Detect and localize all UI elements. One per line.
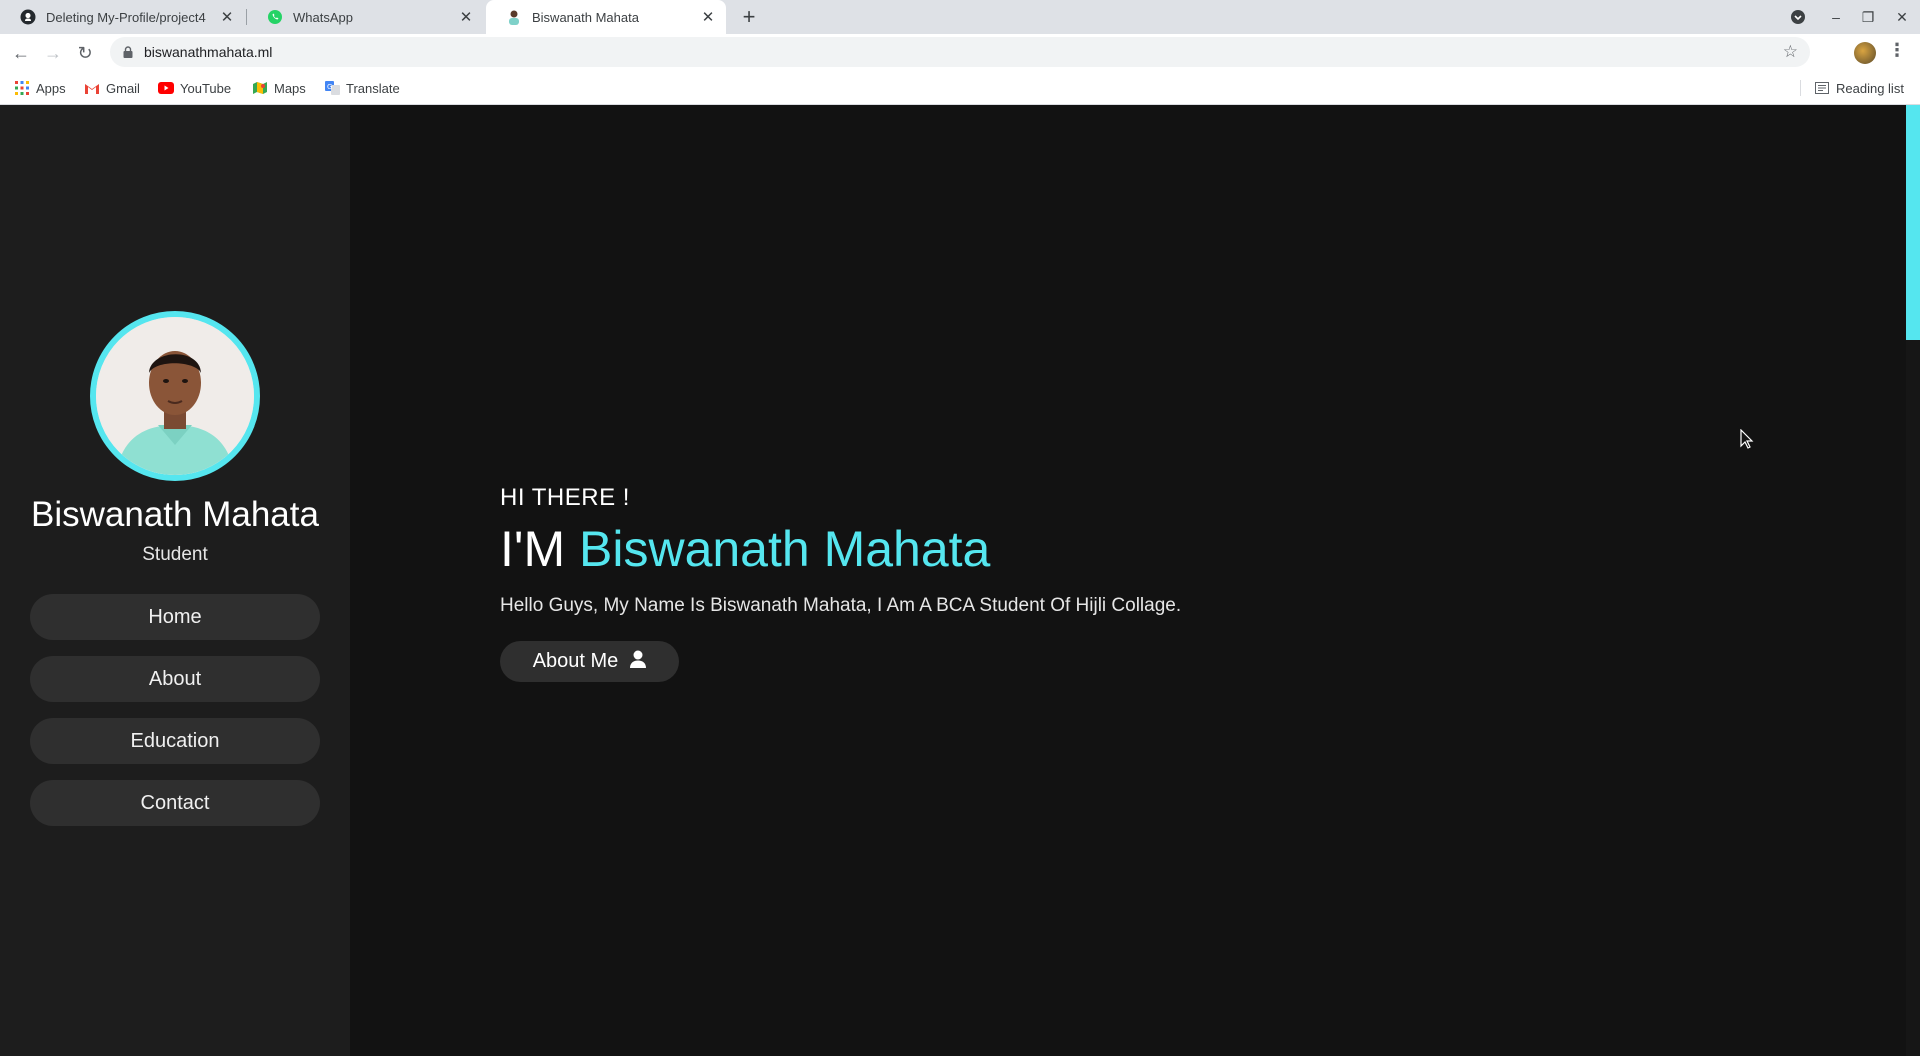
bookmark-apps[interactable]: Apps (14, 71, 66, 105)
hero-heading: I'M Biswanath Mahata (500, 520, 990, 578)
tab-active-profile[interactable]: Biswanath Mahata ✕ (486, 0, 726, 34)
back-icon[interactable]: ← (8, 40, 34, 66)
bookmark-label: Apps (36, 80, 66, 96)
profile-role: Student (142, 544, 208, 565)
restore-icon[interactable]: ❐ (1852, 0, 1884, 34)
profile-favicon-icon (506, 9, 522, 25)
translate-icon: G (324, 80, 340, 96)
about-me-button[interactable]: About Me (500, 641, 679, 682)
github-icon (20, 9, 36, 25)
maps-icon (252, 80, 268, 96)
profile-name: Biswanath Mahata (31, 495, 319, 534)
tab-whatsapp[interactable]: WhatsApp ✕ (247, 0, 484, 34)
bookmark-star-icon[interactable]: ☆ (1783, 42, 1798, 62)
about-me-label: About Me (532, 650, 619, 672)
nav-contact[interactable]: Contact (30, 780, 320, 826)
bookmark-maps[interactable]: Maps (252, 71, 306, 105)
lock-icon[interactable] (120, 46, 136, 58)
hero-prefix: I'M (500, 521, 566, 577)
bookmark-label: Gmail (106, 80, 140, 96)
youtube-icon (158, 80, 174, 96)
bookmark-label: YouTube (180, 80, 232, 96)
close-icon[interactable]: ✕ (217, 8, 237, 26)
bookmark-divider (1800, 80, 1801, 96)
reading-list-label: Reading list (1836, 80, 1904, 96)
nav-education[interactable]: Education (30, 718, 320, 764)
apps-grid-icon (14, 80, 30, 96)
window-close-icon[interactable]: ✕ (1886, 0, 1918, 34)
tab-search-icon[interactable] (1782, 0, 1814, 34)
reading-list-button[interactable]: Reading list (1814, 71, 1904, 105)
nav-about[interactable]: About (30, 656, 320, 702)
bookmark-gmail[interactable]: Gmail (84, 71, 140, 105)
whatsapp-icon (267, 9, 283, 25)
avatar (90, 311, 260, 481)
minimize-icon[interactable]: – (1820, 0, 1852, 34)
tab-github[interactable]: Deleting My-Profile/project4 ✕ (0, 0, 245, 34)
tab-title: Biswanath Mahata (532, 9, 639, 25)
profile-avatar-icon[interactable] (1854, 42, 1876, 64)
tab-title: Deleting My-Profile/project4 (46, 9, 206, 25)
bookmark-label: Translate (346, 80, 400, 96)
bookmarks-bar: Apps Gmail YouTube Maps G Translate Read… (0, 71, 1920, 105)
bookmark-translate[interactable]: G Translate (324, 71, 400, 105)
hero-name: Biswanath Mahata (579, 521, 991, 577)
url-text[interactable]: biswanathmahata.ml (144, 44, 272, 60)
browser-tabstrip: Deleting My-Profile/project4 ✕ WhatsApp … (0, 0, 1920, 34)
tab-title: WhatsApp (293, 9, 353, 25)
reading-list-icon (1814, 80, 1830, 96)
new-tab-button[interactable]: + (736, 4, 762, 30)
bookmark-youtube[interactable]: YouTube (158, 71, 231, 105)
sidebar: Biswanath Mahata Student Home About Educ… (0, 105, 350, 1056)
browser-toolbar: ← → ↻ biswanathmahata.ml ☆ ⋮ (0, 34, 1920, 71)
hero-greeting: HI THERE ! (500, 484, 630, 511)
bookmark-label: Maps (274, 80, 306, 96)
reload-icon[interactable]: ↻ (72, 40, 98, 66)
hero-description: Hello Guys, My Name Is Biswanath Mahata,… (500, 595, 1182, 616)
address-bar[interactable]: biswanathmahata.ml ☆ (110, 37, 1810, 67)
scrollbar-thumb[interactable] (1906, 105, 1920, 340)
close-icon[interactable]: ✕ (456, 8, 476, 26)
nav-home[interactable]: Home (30, 594, 320, 640)
menu-icon[interactable]: ⋮ (1888, 40, 1906, 61)
gmail-icon (84, 80, 100, 96)
user-icon (630, 650, 647, 674)
page-viewport: Biswanath Mahata Student Home About Educ… (0, 105, 1920, 1056)
forward-icon[interactable]: → (40, 40, 66, 66)
svg-text:G: G (327, 83, 332, 91)
mouse-cursor-icon (1740, 428, 1754, 454)
close-icon[interactable]: ✕ (698, 8, 718, 26)
